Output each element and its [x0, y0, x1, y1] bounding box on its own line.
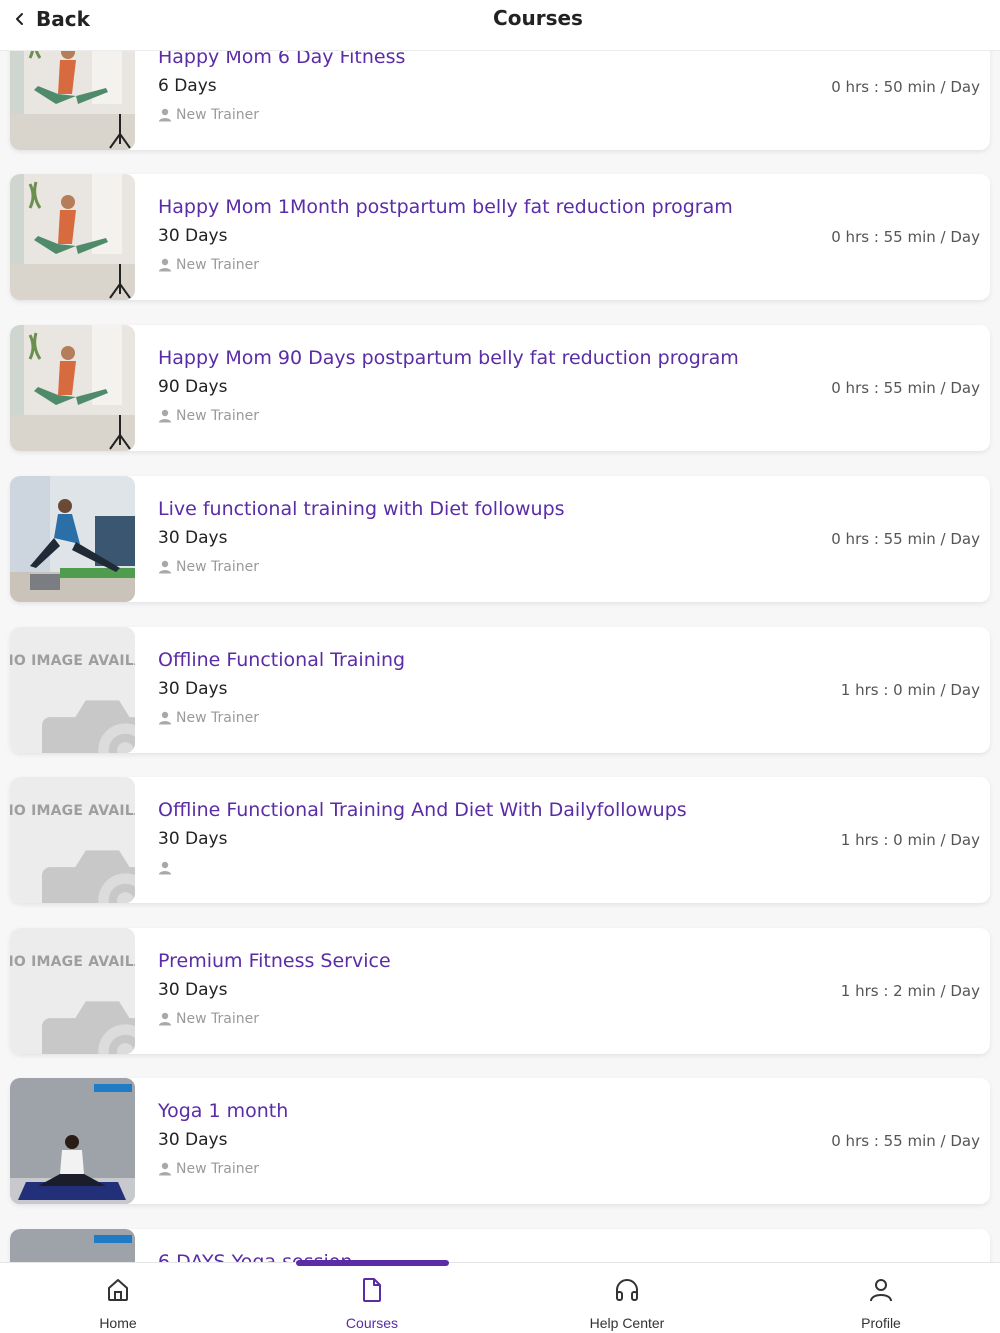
trainer-name: New Trainer — [176, 408, 259, 424]
course-trainer: New Trainer — [158, 106, 259, 124]
trainer-name: New Trainer — [176, 559, 259, 575]
person-icon — [159, 409, 171, 423]
course-thumbnail — [10, 476, 135, 602]
course-days: 30 Days — [158, 829, 228, 849]
course-trainer — [158, 859, 176, 877]
course-days: 30 Days — [158, 226, 228, 246]
person-icon — [159, 1162, 171, 1176]
course-card[interactable]: 6 DAYS Yoga session — [10, 1229, 990, 1262]
no-image-text: NO IMAGE AVAILABLE — [10, 803, 135, 819]
document-icon — [363, 1278, 381, 1302]
course-title: Happy Mom 90 Days postpartum belly fat r… — [158, 347, 739, 369]
course-title: Happy Mom 1Month postpartum belly fat re… — [158, 196, 733, 218]
app: Happy Mom 6 Day Fitness 6 Days New Train… — [0, 0, 1000, 1333]
course-duration: 0 hrs : 55 min / Day — [831, 1132, 980, 1150]
course-days: 30 Days — [158, 528, 228, 548]
course-thumbnail: NO IMAGE AVAILABLE — [10, 627, 135, 753]
course-days: 30 Days — [158, 980, 228, 1000]
course-thumbnail — [10, 1078, 135, 1204]
course-card[interactable]: Happy Mom 1Month postpartum belly fat re… — [10, 174, 990, 300]
course-trainer: New Trainer — [158, 558, 259, 576]
trainer-name: New Trainer — [176, 257, 259, 273]
person-icon — [159, 258, 171, 272]
tab-label: Help Center — [589, 1315, 665, 1331]
course-duration: 0 hrs : 55 min / Day — [831, 379, 980, 397]
person-icon — [159, 711, 171, 725]
person-icon — [159, 861, 171, 875]
person-icon — [870, 1279, 892, 1302]
course-duration: 0 hrs : 55 min / Day — [831, 530, 980, 548]
course-list[interactable]: Happy Mom 6 Day Fitness 6 Days New Train… — [0, 0, 1000, 1262]
course-days: 30 Days — [158, 1130, 228, 1150]
course-thumbnail — [10, 174, 135, 300]
course-duration: 0 hrs : 55 min / Day — [831, 228, 980, 246]
course-title: Offline Functional Training And Diet Wit… — [158, 799, 687, 821]
tab-help-center[interactable]: Help Center — [502, 1263, 752, 1333]
course-days: 30 Days — [158, 679, 228, 699]
camera-icon — [42, 1001, 135, 1054]
headphones-icon — [616, 1279, 638, 1301]
no-image-text: NO IMAGE AVAILABLE — [10, 954, 135, 970]
course-title: Live functional training with Diet follo… — [158, 498, 565, 520]
chevron-left-icon — [16, 13, 23, 25]
course-trainer: New Trainer — [158, 1160, 259, 1178]
person-icon — [159, 560, 171, 574]
course-duration: 1 hrs : 2 min / Day — [840, 982, 980, 1000]
course-thumbnail — [10, 1229, 135, 1262]
top-bar: Back Courses — [0, 0, 1000, 51]
course-title: Premium Fitness Service — [158, 950, 391, 972]
course-trainer: New Trainer — [158, 256, 259, 274]
course-days: 6 Days — [158, 76, 217, 96]
tab-label: Home — [99, 1315, 137, 1331]
person-icon — [159, 1012, 171, 1026]
home-icon — [108, 1279, 128, 1301]
no-image-text: NO IMAGE AVAILABLE — [10, 653, 135, 669]
course-duration: 1 hrs : 0 min / Day — [840, 831, 980, 849]
course-trainer: New Trainer — [158, 709, 259, 727]
course-thumbnail: NO IMAGE AVAILABLE — [10, 928, 135, 1054]
page-title: Courses — [493, 6, 583, 30]
course-title: Yoga 1 month — [158, 1100, 289, 1122]
course-trainer: New Trainer — [158, 1010, 259, 1028]
trainer-name: New Trainer — [176, 710, 259, 726]
tab-home[interactable]: Home — [0, 1263, 243, 1333]
trainer-name: New Trainer — [176, 107, 259, 123]
course-thumbnail — [10, 325, 135, 451]
course-card[interactable]: NO IMAGE AVAILABLE Offline Functional Tr… — [10, 627, 990, 753]
person-icon — [159, 108, 171, 122]
course-card[interactable]: NO IMAGE AVAILABLE Premium Fitness Servi… — [10, 928, 990, 1054]
course-thumbnail: NO IMAGE AVAILABLE — [10, 777, 135, 903]
active-tab-indicator — [296, 1260, 449, 1266]
camera-icon — [42, 700, 135, 753]
tab-courses[interactable]: Courses — [247, 1263, 497, 1333]
course-duration: 1 hrs : 0 min / Day — [840, 681, 980, 699]
trainer-name: New Trainer — [176, 1161, 259, 1177]
camera-icon — [42, 850, 135, 903]
trainer-name: New Trainer — [176, 1011, 259, 1027]
course-card[interactable]: Live functional training with Diet follo… — [10, 476, 990, 602]
tab-label: Courses — [345, 1315, 399, 1331]
bottom-nav: Home Courses Help Center Profile — [0, 1262, 1000, 1333]
course-trainer: New Trainer — [158, 407, 259, 425]
tab-profile[interactable]: Profile — [756, 1263, 1000, 1333]
course-days: 90 Days — [158, 377, 228, 397]
tab-label: Profile — [861, 1315, 901, 1331]
course-card[interactable]: NO IMAGE AVAILABLE Offline Functional Tr… — [10, 777, 990, 903]
course-duration: 0 hrs : 50 min / Day — [831, 78, 980, 96]
course-card[interactable]: Happy Mom 90 Days postpartum belly fat r… — [10, 325, 990, 451]
course-card[interactable]: Yoga 1 month 30 Days New Trainer 0 hrs :… — [10, 1078, 990, 1204]
course-title: Offline Functional Training — [158, 649, 406, 671]
